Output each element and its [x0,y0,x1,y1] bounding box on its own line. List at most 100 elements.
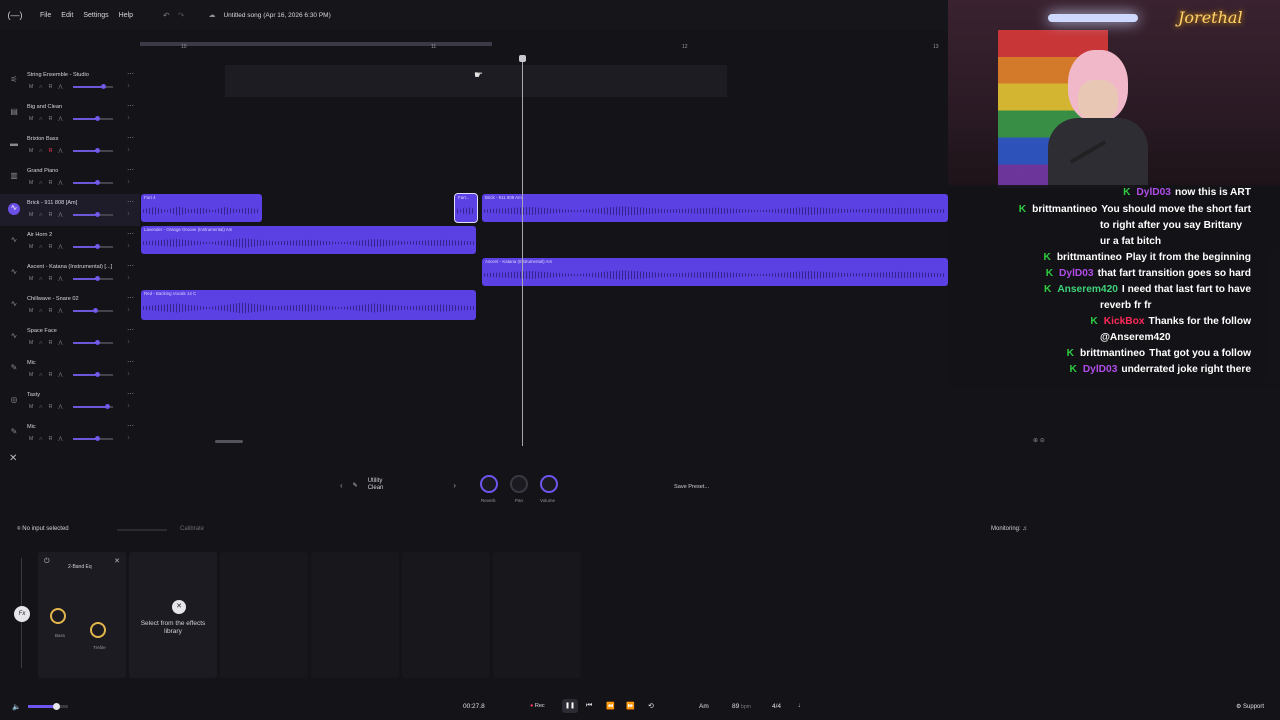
automation-icon[interactable]: ⋀ [58,372,62,378]
record-arm-button[interactable]: R [49,180,53,186]
more-options-icon[interactable]: ⋯ [127,358,134,366]
input-selector[interactable]: ⍟ No input selected [17,526,69,533]
mute-button[interactable]: M [29,340,33,346]
pan-icon[interactable]: ↕ [127,339,130,345]
track-row[interactable]: ▤ Big and Clean ⋯ M ∩ R ⋀ ↕ [0,98,140,130]
headphones-icon[interactable]: ∩ [39,404,43,410]
close-panel-icon[interactable]: ✕ [9,453,17,464]
track-row[interactable]: ∿ Air Horn 2 ⋯ M ∩ R ⋀ ↕ [0,226,140,258]
menu-file[interactable]: File [40,12,51,19]
mute-button[interactable]: M [29,372,33,378]
automation-icon[interactable]: ⋀ [58,340,62,346]
automation-icon[interactable]: ⋀ [58,404,62,410]
track-name[interactable]: String Ensemble - Studio [27,72,125,78]
master-volume-slider[interactable] [28,703,68,710]
undo-icon[interactable]: ↶ [163,11,170,20]
record-arm-button[interactable]: R [49,404,53,410]
automation-icon[interactable]: ⋀ [58,212,62,218]
monitoring-toggle[interactable]: Monitoring: ♫ [991,526,1027,532]
volume-knob[interactable] [540,475,558,493]
record-arm-button[interactable]: R [49,244,53,250]
pan-icon[interactable]: ↕ [127,403,130,409]
automation-icon[interactable]: ⋀ [58,180,62,186]
horizontal-scrollbar[interactable] [215,440,243,443]
menu-help[interactable]: Help [119,12,133,19]
headphones-icon[interactable]: ∩ [39,244,43,250]
menu-settings[interactable]: Settings [83,12,108,19]
pan-icon[interactable]: ↕ [127,147,130,153]
more-options-icon[interactable]: ⋯ [127,422,134,430]
power-icon[interactable]: ⏻ [44,558,50,566]
track-name[interactable]: Tasty [27,392,125,398]
pan-icon[interactable]: ↕ [127,211,130,217]
record-arm-button[interactable]: R [49,212,53,218]
track-volume-handle[interactable] [95,372,100,377]
track-volume-slider[interactable] [73,244,113,249]
headphones-icon[interactable]: ∩ [39,180,43,186]
mute-button[interactable]: M [29,148,33,154]
track-volume-handle[interactable] [93,308,98,313]
more-options-icon[interactable]: ⋯ [127,166,134,174]
mute-button[interactable]: M [29,84,33,90]
automation-icon[interactable]: ⋀ [58,84,62,90]
track-volume-slider[interactable] [73,276,113,281]
support-button[interactable]: ⚙ Support [1236,703,1264,710]
automation-icon[interactable]: ⋀ [58,308,62,314]
automation-icon[interactable]: ⋀ [58,148,62,154]
automation-icon[interactable]: ⋀ [58,436,62,442]
track-volume-slider[interactable] [73,116,113,121]
record-arm-button[interactable]: R [49,276,53,282]
more-options-icon[interactable]: ⋯ [127,326,134,334]
clip-red-backing-vocals[interactable]: Red - Backing Vocals 14 C [141,290,476,320]
pan-icon[interactable]: ↕ [127,83,130,89]
more-options-icon[interactable]: ⋯ [127,70,134,78]
loop-region[interactable] [140,42,492,46]
record-arm-button[interactable]: R [49,116,53,122]
track-volume-slider[interactable] [73,148,113,153]
record-arm-button[interactable]: R [49,84,53,90]
zoom-in-icon[interactable]: ⊕ [1033,438,1038,444]
track-row[interactable]: ✎ Mic ⋯ M ∩ R ⋀ ↕ [0,354,140,386]
more-options-icon[interactable]: ⋯ [127,198,134,206]
headphones-icon[interactable]: ∩ [39,372,43,378]
more-options-icon[interactable]: ⋯ [127,102,134,110]
menu-edit[interactable]: Edit [61,12,73,19]
mute-button[interactable]: M [29,180,33,186]
prev-preset-icon[interactable]: ‹ [340,481,343,490]
headphones-icon[interactable]: ∩ [39,436,43,442]
empty-effect-slot[interactable] [311,552,399,678]
pan-icon[interactable]: ↕ [127,275,130,281]
track-volume-handle[interactable] [95,276,100,281]
pause-button[interactable]: ❚❚ [562,699,578,713]
headphones-icon[interactable]: ∩ [39,116,43,122]
track-volume-slider[interactable] [73,404,113,409]
track-row[interactable]: ∿ Ascent - Katana (Instrumental) [...] ⋯ M ∩… [0,258,140,290]
more-options-icon[interactable]: ⋯ [127,262,134,270]
track-volume-handle[interactable] [95,180,100,185]
track-row[interactable]: ▥ Grand Piano ⋯ M ∩ R ⋀ ↕ [0,162,140,194]
bass-knob[interactable] [50,608,66,624]
track-volume-handle[interactable] [95,116,100,121]
empty-effect-slot[interactable] [220,552,308,678]
mute-button[interactable]: M [29,436,33,442]
track-volume-handle[interactable] [95,340,100,345]
clip-ascent[interactable]: Ascent - Katana (Instrumental) Am [482,258,948,286]
more-options-icon[interactable]: ⋯ [127,294,134,302]
mute-button[interactable]: M [29,244,33,250]
key-display[interactable]: Am [699,703,709,710]
timeline-ruler[interactable]: 10 11 12 13 [140,40,948,54]
cloud-save-icon[interactable]: ☁ [208,11,215,19]
zoom-out-icon[interactable]: ⊖ [1040,438,1045,444]
track-volume-handle[interactable] [105,404,110,409]
track-row[interactable]: ▬ Brixton Bass ⋯ M ∩ R ⋀ ↕ [0,130,140,162]
track-name[interactable]: Air Horn 2 [27,232,125,238]
rewind-icon[interactable]: ⏪ [606,702,615,710]
time-signature[interactable]: 4/4 [772,703,781,710]
headphones-icon[interactable]: ∩ [39,340,43,346]
skip-to-start-icon[interactable]: ⏮ [586,702,592,710]
next-preset-icon[interactable]: › [453,481,456,490]
track-volume-slider[interactable] [73,84,113,89]
mute-button[interactable]: M [29,404,33,410]
track-name[interactable]: Mic [27,360,125,366]
track-volume-handle[interactable] [95,244,100,249]
